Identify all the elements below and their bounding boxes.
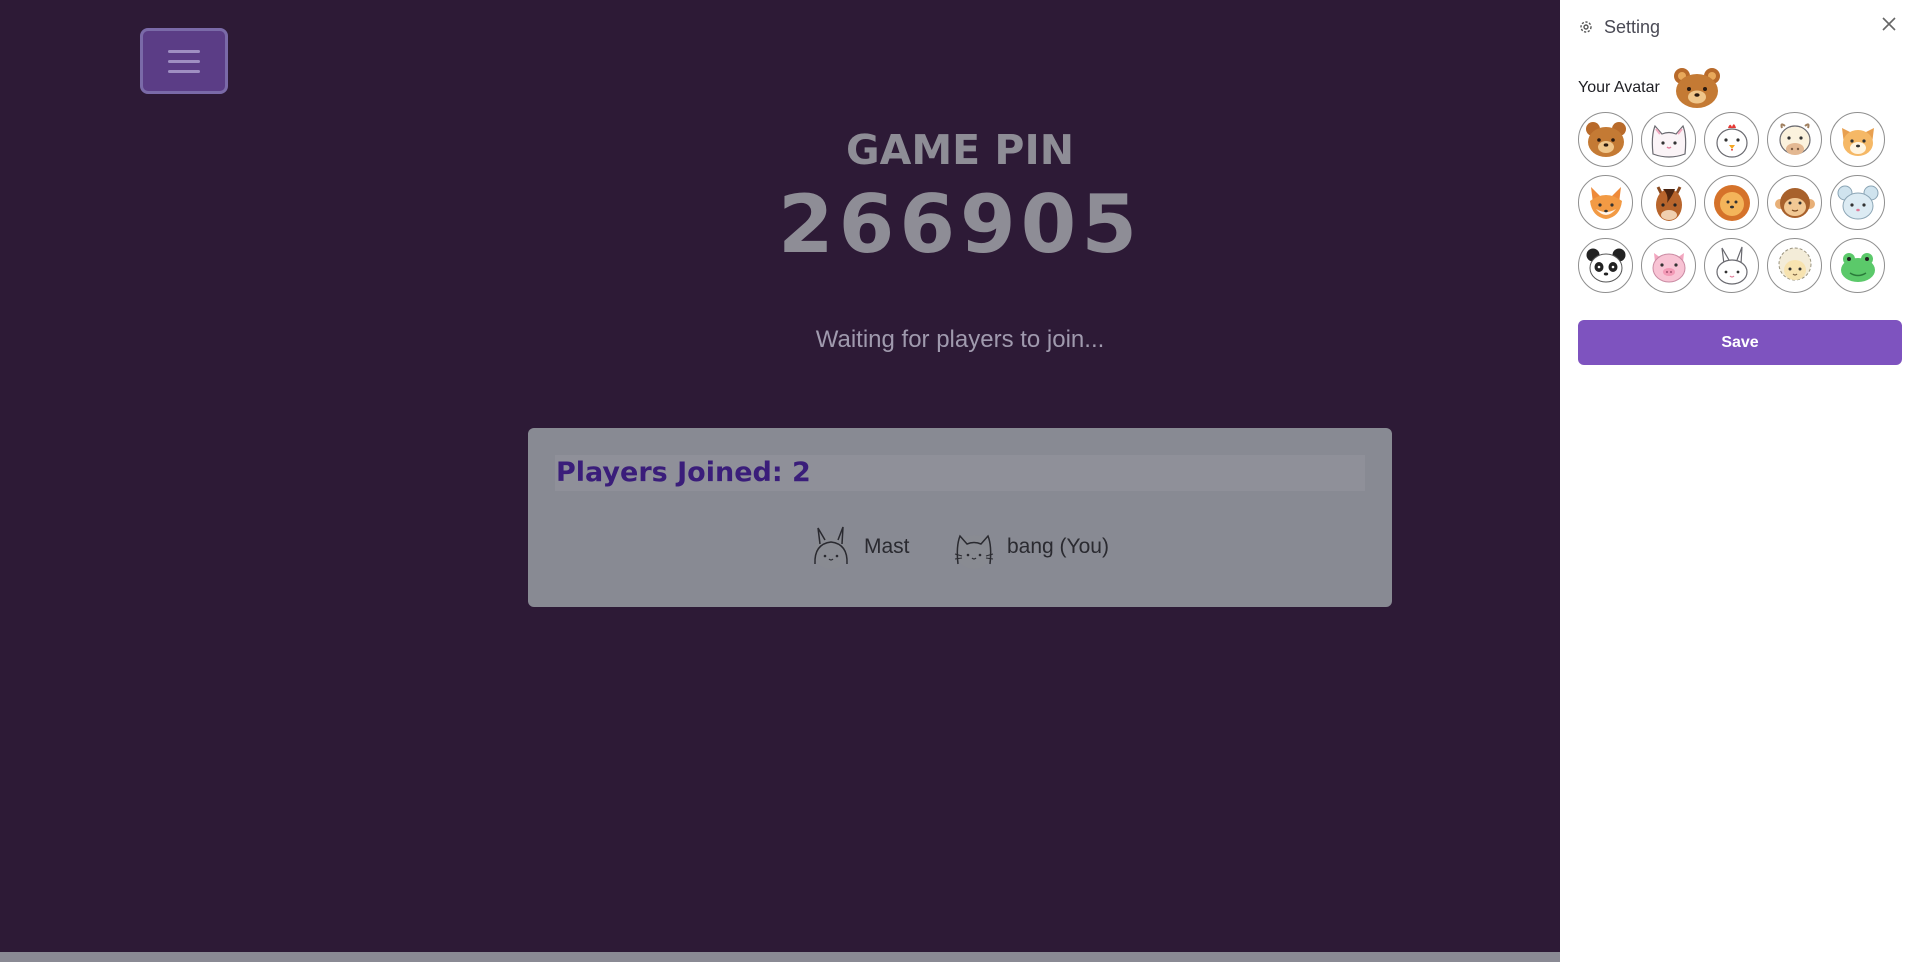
player-name: bang (You) (1007, 535, 1109, 558)
players-card: Players Joined: 2 Mast bang (You) (528, 428, 1392, 607)
dog-icon (1841, 127, 1874, 156)
player-name: Mast (864, 535, 910, 558)
hamburger-icon-line (168, 59, 200, 63)
mouse-icon (1837, 185, 1878, 219)
avatar-option[interactable] (1578, 238, 1633, 293)
avatar-option[interactable] (1641, 175, 1696, 230)
avatar-option[interactable] (1704, 112, 1759, 167)
settings-panel: Setting Your Avatar Save (1560, 0, 1911, 962)
avatar-option[interactable] (1830, 238, 1885, 293)
menu-button[interactable] (140, 28, 228, 94)
settings-header: Setting (1578, 14, 1660, 40)
save-button[interactable]: Save (1578, 320, 1902, 365)
avatar-option[interactable] (1704, 238, 1759, 293)
cat-icon (1651, 124, 1686, 158)
game-pin-label: GAME PIN (845, 126, 1075, 174)
player-item: Mast (810, 524, 910, 570)
pig-icon (1652, 252, 1685, 282)
rabbit-icon (1715, 246, 1748, 285)
avatar-option[interactable] (1767, 112, 1822, 167)
gear-icon (1580, 21, 1592, 33)
avatar-option[interactable] (1830, 175, 1885, 230)
your-avatar-row: Your Avatar (1578, 66, 1722, 110)
avatar-option[interactable] (1578, 112, 1633, 167)
waiting-text: Waiting for players to join... (815, 326, 1105, 353)
hamburger-icon-line (168, 69, 200, 73)
bottom-bar (0, 952, 1560, 962)
bear-icon (1585, 121, 1626, 157)
lion-icon (1713, 184, 1750, 221)
player-item: bang (You) (953, 524, 1109, 570)
fox-icon (1589, 186, 1622, 219)
panda-icon (1586, 248, 1625, 282)
hamburger-icon-line (168, 49, 200, 53)
sheep-icon (1778, 247, 1811, 280)
avatar-grid (1578, 112, 1885, 293)
frog-icon (1840, 252, 1875, 282)
game-pin-value: 266905 (778, 178, 1142, 271)
settings-title: Setting (1604, 16, 1661, 37)
game-lobby: GAME PIN 266905 Waiting for players to j… (0, 0, 1560, 962)
avatar-option[interactable] (1641, 112, 1696, 167)
cow-icon (1778, 122, 1811, 155)
monkey-icon (1774, 187, 1815, 218)
players-joined-title: Players Joined: 2 (555, 455, 1365, 491)
your-avatar-label: Your Avatar (1578, 79, 1660, 96)
avatar-option[interactable] (1578, 175, 1633, 230)
avatar-option[interactable] (1767, 175, 1822, 230)
close-icon[interactable] (1879, 14, 1899, 34)
avatar-option[interactable] (1830, 112, 1885, 167)
avatar-option[interactable] (1641, 238, 1696, 293)
avatar-option[interactable] (1767, 238, 1822, 293)
horse-icon (1655, 185, 1682, 221)
bear-icon (1673, 68, 1720, 108)
avatar-option[interactable] (1704, 175, 1759, 230)
chicken-icon (1715, 123, 1748, 158)
rabbit-icon (813, 526, 849, 569)
cat-icon (954, 534, 994, 569)
